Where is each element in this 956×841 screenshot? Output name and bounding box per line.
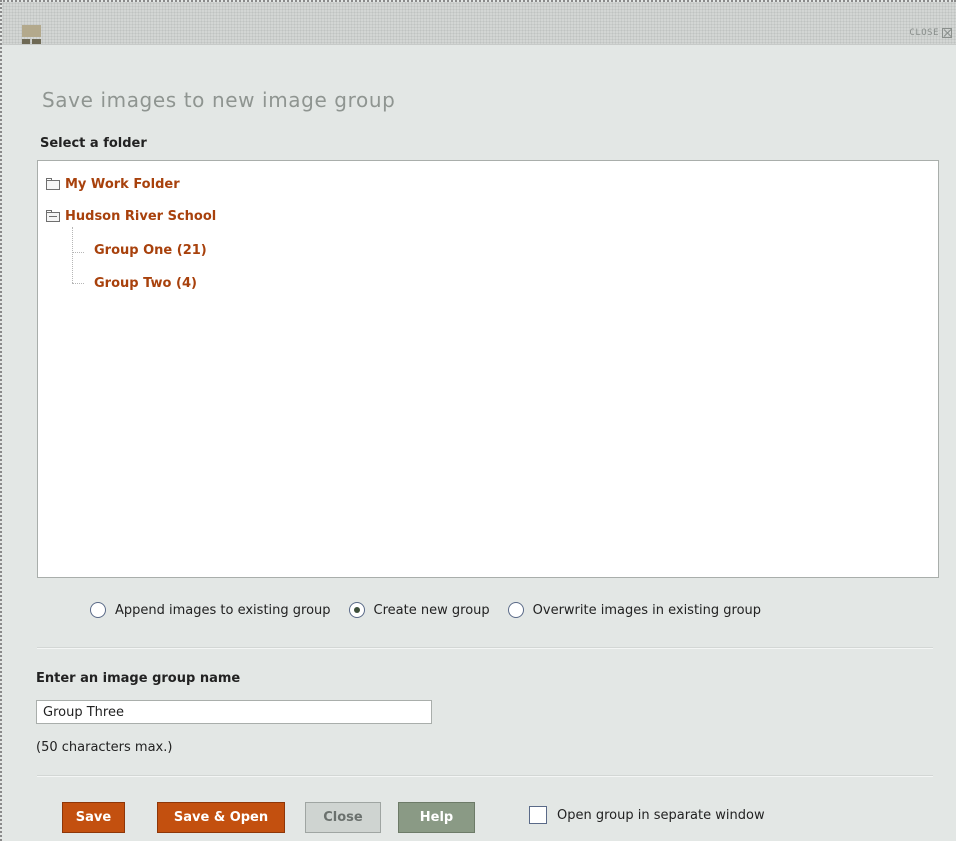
- folder-label: My Work Folder: [65, 177, 180, 192]
- titlebar-close-button[interactable]: CLOSE: [909, 28, 952, 38]
- overwrite-radio[interactable]: [507, 602, 524, 618]
- tree-connector: [72, 283, 84, 284]
- separate-window-checkbox[interactable]: [529, 806, 547, 824]
- dialog-titlebar: CLOSE: [2, 2, 956, 45]
- group-mode-options: Append images to existing group Create n…: [90, 602, 779, 618]
- folder-open-icon: [46, 209, 60, 222]
- folder-closed-icon: [46, 177, 60, 190]
- save-and-open-button[interactable]: Save & Open: [157, 802, 285, 833]
- max-chars-hint: (50 characters max.): [36, 740, 173, 755]
- tree-group-one[interactable]: Group One (21): [94, 243, 207, 258]
- append-label: Append images to existing group: [115, 602, 331, 618]
- tree-connector: [72, 227, 73, 283]
- tree-folder-my-work-folder[interactable]: My Work Folder: [46, 177, 180, 192]
- save-button[interactable]: Save: [62, 802, 125, 833]
- close-button[interactable]: Close: [305, 802, 381, 833]
- group-name-label: Enter an image group name: [36, 671, 241, 686]
- help-button[interactable]: Help: [398, 802, 475, 833]
- append-option[interactable]: Append images to existing group: [90, 602, 331, 618]
- close-label: CLOSE: [909, 28, 939, 38]
- tree-connector: [72, 252, 84, 253]
- overwrite-label: Overwrite images in existing group: [532, 602, 762, 618]
- tree-group-two[interactable]: Group Two (4): [94, 276, 197, 291]
- group-label: Group Two (4): [94, 276, 197, 291]
- dialog-title: Save images to new image group: [42, 88, 396, 112]
- create-new-label: Create new group: [373, 602, 490, 618]
- select-folder-label: Select a folder: [40, 136, 147, 151]
- group-label: Group One (21): [94, 243, 207, 258]
- divider: [37, 775, 933, 777]
- append-radio[interactable]: [90, 602, 106, 618]
- divider: [37, 647, 933, 649]
- close-icon: [942, 28, 952, 38]
- save-image-group-dialog: CLOSE Save images to new image group Sel…: [0, 0, 956, 841]
- app-logo-icon: [22, 25, 41, 44]
- create-new-radio[interactable]: [348, 602, 365, 618]
- folder-tree: My Work Folder Hudson River School Group…: [37, 160, 939, 578]
- create-new-option[interactable]: Create new group: [348, 602, 490, 618]
- separate-window-label: Open group in separate window: [557, 807, 765, 823]
- separate-window-option[interactable]: Open group in separate window: [529, 806, 765, 824]
- group-name-input[interactable]: [36, 700, 432, 724]
- tree-folder-hudson-river-school[interactable]: Hudson River School: [46, 209, 216, 224]
- overwrite-option[interactable]: Overwrite images in existing group: [507, 602, 762, 618]
- folder-label: Hudson River School: [65, 209, 217, 224]
